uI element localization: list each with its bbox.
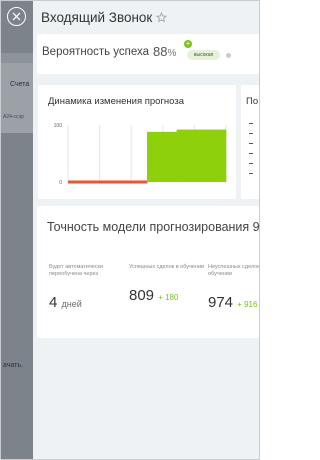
star-icon[interactable] <box>156 12 168 23</box>
legend-line <box>249 173 253 174</box>
chart-y-tick-label: 0 <box>59 180 62 186</box>
chart-point-low <box>97 180 108 184</box>
info-dot-icon[interactable] <box>226 53 231 58</box>
stat-value: 809 + 180 <box>129 287 209 304</box>
chart-y-tick-label: 100 <box>54 123 63 129</box>
chart-point-high <box>147 131 158 182</box>
chart-point-high <box>186 129 197 182</box>
stat-value: 4 дней <box>49 294 129 311</box>
forecast-chart: 0 100 <box>54 123 227 186</box>
slider-panel: Входящий Звонок Вероятность успеха 88% +… <box>33 1 260 459</box>
chart-point-low <box>77 180 89 184</box>
chart-point-high <box>176 129 187 182</box>
stat-number: 809 <box>129 287 155 304</box>
close-icon <box>12 12 21 21</box>
chart-point-high <box>206 129 217 182</box>
probability-number: 88 <box>153 44 168 59</box>
chart-point-low <box>87 180 98 184</box>
stat-value: 974 + 916 <box>208 294 259 311</box>
plus-icon[interactable]: + <box>184 40 192 48</box>
chart-series <box>68 129 227 184</box>
secondary-card: По <box>241 85 259 199</box>
close-panel-button[interactable] <box>7 7 26 26</box>
stat-unit: дней <box>61 299 82 309</box>
stat-label: Успешных сделок в обучении <box>129 264 205 270</box>
legend-line <box>249 123 253 124</box>
chart-point-high <box>216 129 227 182</box>
chart-point-high <box>196 129 207 182</box>
legend-line <box>249 143 253 144</box>
chart-point-low <box>137 180 148 184</box>
chart-point-low <box>107 180 118 184</box>
legend-line <box>249 163 253 164</box>
legend-line <box>249 133 253 134</box>
accuracy-title: Точность модели прогнозирования 98% <box>47 220 260 234</box>
screen-frame: Счета А24-ссэр ачать. Входящий Звонок Ве… <box>0 0 260 460</box>
stat-increment: + 180 <box>158 293 179 302</box>
chart-y-ticks: 0 100 <box>54 123 63 186</box>
legend-line <box>249 153 253 154</box>
chart-point-high <box>156 131 168 182</box>
accuracy-title-text: Точность модели прогнозирования <box>47 220 250 234</box>
probability-label: Вероятность успеха <box>42 46 150 58</box>
chart-point-low <box>127 180 138 184</box>
panel-title: Входящий Звонок <box>41 10 153 25</box>
stat-label: Неуспешных сделок в обучении <box>208 264 260 277</box>
stat-success-deals: Успешных сделок в обучении 809 + 180 <box>129 264 209 304</box>
model-accuracy-card: Точность модели прогнозирования 98% Буде… <box>37 206 260 338</box>
probability-card: Вероятность успеха 88% + высокая <box>37 34 259 74</box>
stat-failed-deals: Неуспешных сделок в обучении 974 + 916 <box>208 264 260 311</box>
stat-increment: + 916 <box>237 300 258 309</box>
chart-point-high <box>166 131 177 182</box>
stat-retrain: Будет автоматически переобучена через 4 … <box>49 264 129 311</box>
panel-header: Входящий Звонок <box>41 10 168 25</box>
stat-number: 974 <box>208 294 234 311</box>
forecast-chart-card: Динамика изменения прогноза 0 100 <box>38 85 236 199</box>
chart-point-low <box>68 180 79 184</box>
stat-number: 4 <box>49 294 58 311</box>
chart-point-low <box>117 180 128 184</box>
probability-badge: высокая <box>187 50 220 60</box>
accuracy-value: 98 <box>252 220 260 234</box>
probability-value: 88% <box>153 44 176 59</box>
secondary-card-title: По <box>246 96 259 107</box>
probability-unit: % <box>167 48 177 59</box>
stat-label: Будет автоматически переобучена через <box>49 264 104 277</box>
